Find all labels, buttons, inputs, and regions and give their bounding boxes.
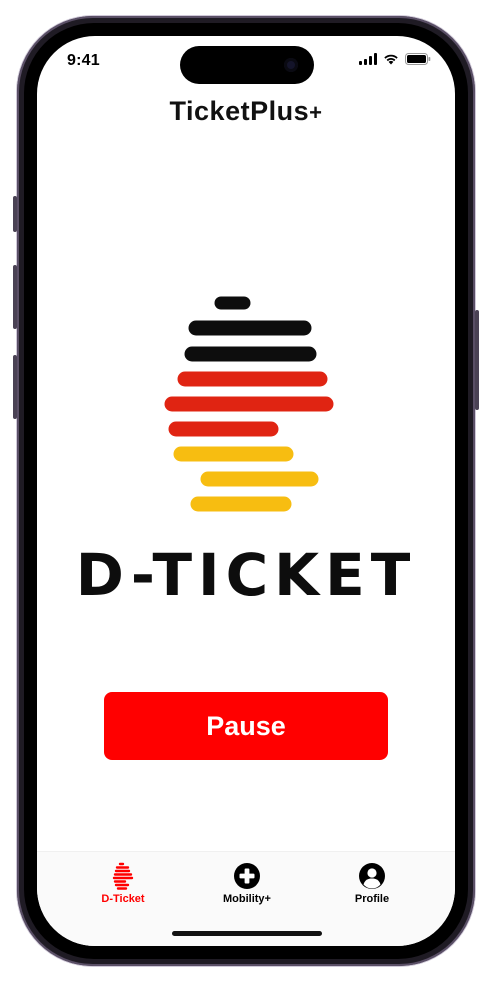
side-button <box>475 310 479 410</box>
tab-label: D-Ticket <box>101 893 145 905</box>
tab-label: Profile <box>354 893 390 905</box>
d-ticket-icon <box>112 862 134 890</box>
tab-label: Mobility+ <box>223 893 271 905</box>
d-ticket-logo <box>164 296 334 512</box>
tab-profile[interactable]: Profile <box>332 862 412 905</box>
side-button <box>13 265 17 329</box>
pause-button[interactable]: Pause <box>104 692 388 760</box>
person-circle-icon <box>359 863 385 889</box>
home-indicator <box>172 931 322 936</box>
side-button <box>13 196 17 232</box>
d-ticket-wordmark: D-TICKET <box>75 541 417 609</box>
tab-mobility-plus[interactable]: Mobility+ <box>207 862 287 905</box>
plus-circle-icon <box>234 863 260 889</box>
side-button <box>13 355 17 419</box>
screen: 9:41 TicketPlus+ D-TICKET Pause D-Ticket… <box>37 36 455 946</box>
tab-d-ticket[interactable]: D-Ticket <box>83 862 163 905</box>
